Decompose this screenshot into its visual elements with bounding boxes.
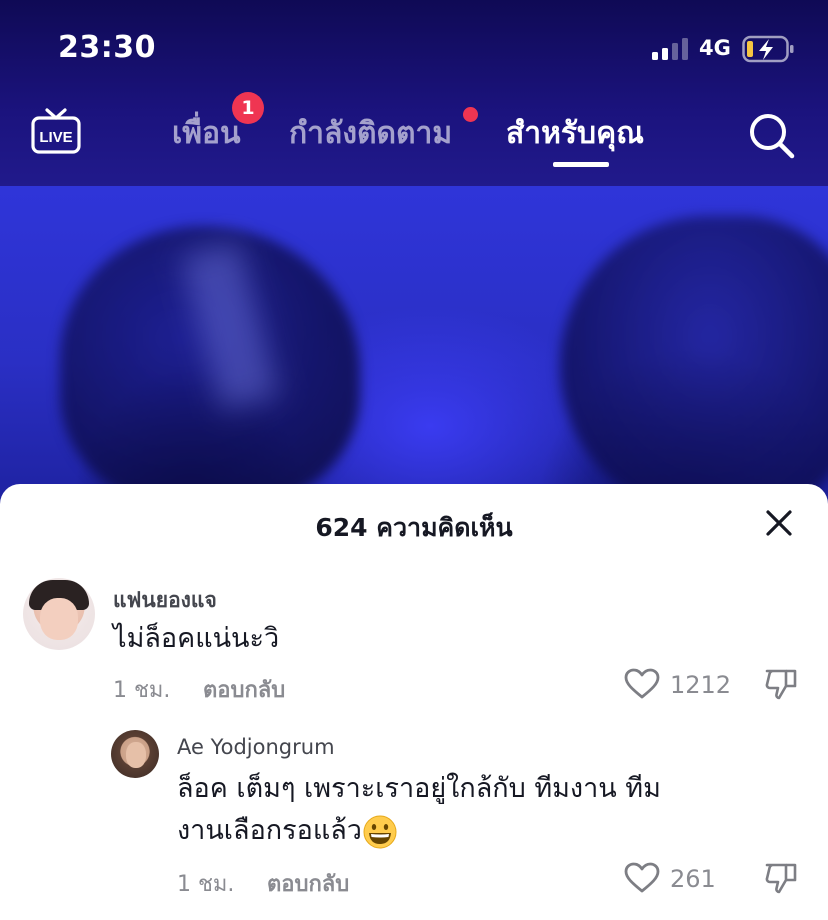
- new-content-dot: [463, 107, 478, 122]
- comments-count-title: 624 ความคิดเห็น: [315, 513, 513, 542]
- reply-button[interactable]: ตอบกลับ: [203, 672, 285, 707]
- heart-icon[interactable]: [624, 668, 660, 700]
- tab-friends[interactable]: เพื่อน: [172, 110, 241, 157]
- tab-following[interactable]: กำลังติดตาม: [289, 110, 452, 157]
- search-icon[interactable]: [746, 110, 796, 160]
- comment-text: ล็อค เต็มๆ เพราะเราอยู่ใกล้กับ ทีมงาน ที…: [177, 768, 797, 852]
- like-count: 1212: [670, 671, 732, 699]
- heart-icon[interactable]: [624, 862, 660, 894]
- like-count: 261: [670, 865, 716, 893]
- comment-text-line: ล็อค เต็มๆ เพราะเราอยู่ใกล้กับ ทีมงาน ที…: [177, 773, 661, 804]
- reply-button[interactable]: ตอบกลับ: [267, 866, 349, 901]
- video-figure-right: [560, 216, 828, 506]
- dislike-icon[interactable]: [764, 861, 798, 895]
- status-time: 23:30: [58, 30, 156, 65]
- avatar[interactable]: [23, 578, 95, 650]
- tab-for-you[interactable]: สำหรับคุณ: [506, 110, 644, 157]
- video-player[interactable]: [0, 186, 828, 506]
- live-icon[interactable]: LIVE: [30, 106, 82, 158]
- comment-username[interactable]: แฟนยองแจ: [113, 584, 217, 617]
- dislike-icon[interactable]: [764, 667, 798, 701]
- comment-time: 1 ชม.: [113, 678, 171, 703]
- network-type: 4G: [699, 36, 731, 60]
- signal-icon: [652, 38, 688, 60]
- comment-time: 1 ชม.: [177, 872, 235, 897]
- notification-badge: 1: [232, 92, 264, 124]
- grinning-face-icon: [363, 815, 397, 848]
- battery-charging-icon: [742, 35, 794, 63]
- close-icon[interactable]: [764, 508, 794, 538]
- live-label: LIVE: [39, 129, 72, 146]
- comment-text: ไม่ล็อคแน่นะวิ: [113, 623, 280, 654]
- comment-username[interactable]: Ae Yodjongrum: [177, 735, 335, 759]
- top-header: [0, 0, 828, 188]
- avatar[interactable]: [111, 730, 159, 778]
- comment-text-line: งานเลือกรอแล้ว: [177, 815, 362, 846]
- active-tab-indicator: [553, 162, 609, 167]
